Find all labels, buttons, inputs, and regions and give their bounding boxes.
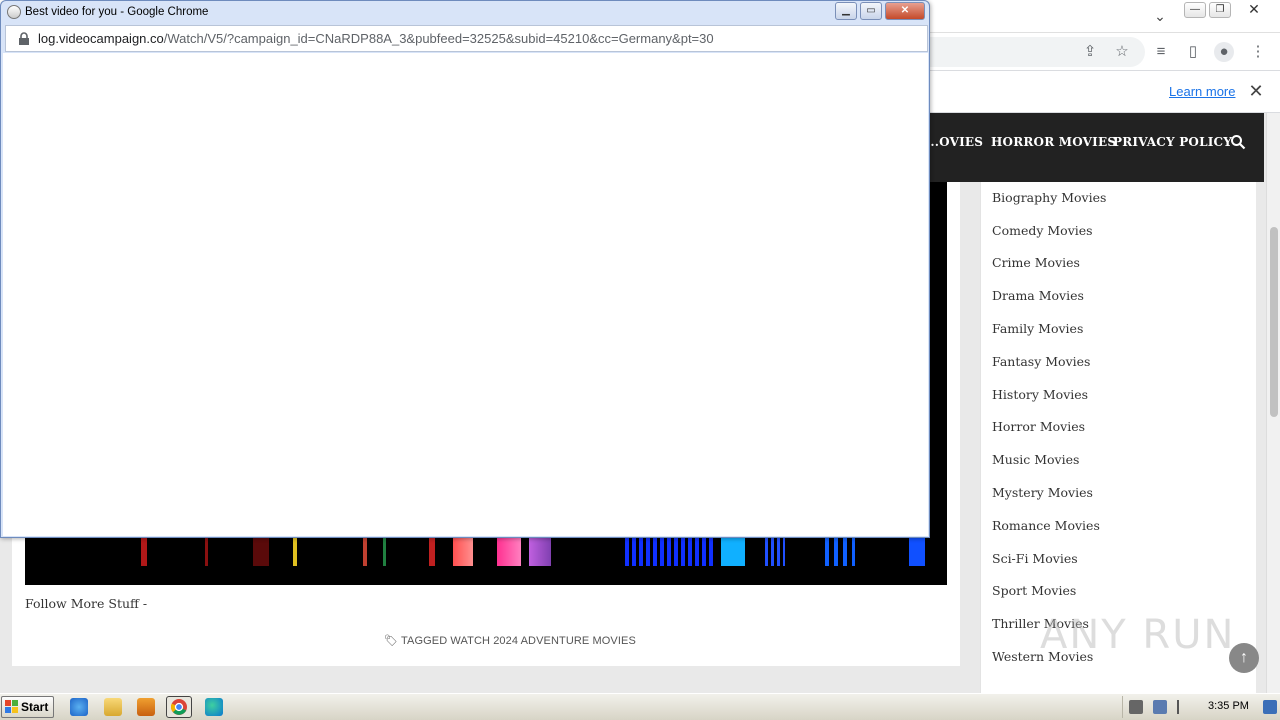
tab-search-chevron-icon[interactable]: ⌄	[1150, 6, 1170, 26]
share-icon[interactable]: ⇪	[1080, 42, 1100, 62]
system-tray	[1122, 696, 1280, 718]
chrome-window-icon	[7, 5, 21, 19]
taskbar-clock[interactable]: 3:35 PM	[1208, 700, 1249, 712]
category-link[interactable]: Comedy Movies	[992, 223, 1093, 238]
action-center-flag-icon[interactable]	[1177, 700, 1191, 714]
start-button[interactable]: Start	[1, 696, 54, 718]
nav-item-privacy-policy[interactable]: PRIVACY POLICY	[1113, 135, 1232, 149]
file-explorer-icon[interactable]	[104, 698, 122, 716]
category-link[interactable]: History Movies	[992, 387, 1088, 402]
popup-url-text: log.videocampaign.co/Watch/V5/?campaign_…	[38, 31, 714, 46]
chrome-taskbar-button[interactable]	[166, 696, 192, 718]
start-label: Start	[21, 700, 49, 714]
popup-content	[3, 53, 928, 536]
internet-explorer-icon[interactable]	[70, 698, 88, 716]
show-desktop-icon[interactable]	[1263, 700, 1277, 714]
category-link[interactable]: Drama Movies	[992, 288, 1084, 303]
close-button[interactable]: ✕	[1243, 2, 1265, 18]
category-link[interactable]: Crime Movies	[992, 255, 1080, 270]
nav-item-movies[interactable]: ...OVIES	[926, 135, 983, 149]
minimize-button[interactable]: —	[1184, 2, 1206, 18]
tags-line: 🏷 TAGGED WATCH 2024 ADVENTURE MOVIES	[384, 634, 636, 647]
more-menu-icon[interactable]: ⋮	[1248, 42, 1268, 62]
taskbar: Start 3:35 PM	[0, 693, 1280, 720]
page-scrollbar[interactable]	[1266, 113, 1280, 693]
profile-avatar-icon[interactable]: ●	[1214, 42, 1234, 62]
network-icon[interactable]	[1153, 700, 1167, 714]
popup-address-bar[interactable]: log.videocampaign.co/Watch/V5/?campaign_…	[5, 25, 928, 52]
category-link[interactable]: Romance Movies	[992, 518, 1100, 533]
learn-more-link[interactable]: Learn more	[1169, 84, 1235, 99]
nav-item-horror-movies[interactable]: HORROR MOVIES	[991, 135, 1116, 149]
volume-icon[interactable]	[1129, 700, 1143, 714]
search-icon[interactable]	[1230, 134, 1246, 150]
category-link[interactable]: Biography Movies	[992, 190, 1106, 205]
popup-window: Best video for you - Google Chrome ▁ ▭ ✕…	[0, 0, 930, 538]
windows-flag-icon	[5, 700, 18, 713]
category-link[interactable]: Fantasy Movies	[992, 354, 1090, 369]
popup-minimize-button[interactable]: ▁	[835, 2, 857, 20]
category-link[interactable]: Family Movies	[992, 321, 1083, 336]
edge-icon[interactable]	[205, 698, 223, 716]
tagged-text[interactable]: TAGGED WATCH 2024 ADVENTURE MOVIES	[401, 635, 636, 647]
category-link[interactable]: Horror Movies	[992, 419, 1085, 434]
url-path: /Watch/V5/?campaign_id=CNaRDP88A_3&pubfe…	[163, 31, 714, 46]
lock-icon	[19, 32, 29, 45]
side-panel-icon[interactable]: ▯	[1183, 42, 1203, 62]
restore-button[interactable]: ❐	[1209, 2, 1231, 18]
media-player-icon[interactable]	[137, 698, 155, 716]
chrome-icon	[171, 699, 187, 715]
popup-maximize-button[interactable]: ▭	[860, 2, 882, 20]
scroll-to-top-button[interactable]: ↑	[1229, 643, 1259, 673]
tag-icon: 🏷	[384, 635, 399, 647]
popup-close-button[interactable]: ✕	[885, 2, 925, 20]
category-link[interactable]: Sport Movies	[992, 583, 1076, 598]
anyrun-watermark-logo: ANY RUN	[1040, 612, 1236, 658]
category-link[interactable]: Sci-Fi Movies	[992, 551, 1078, 566]
popup-title: Best video for you - Google Chrome	[25, 6, 209, 18]
category-link[interactable]: Mystery Movies	[992, 485, 1093, 500]
media-queue-icon[interactable]: ≡	[1151, 42, 1171, 62]
infobar-close-icon[interactable]: ✕	[1247, 82, 1265, 100]
scrollbar-thumb[interactable]	[1270, 227, 1278, 417]
bookmark-star-icon[interactable]: ☆	[1112, 42, 1132, 62]
follow-more-text: Follow More Stuff -	[25, 596, 148, 611]
category-link[interactable]: Music Movies	[992, 452, 1079, 467]
url-host: log.videocampaign.co	[38, 31, 164, 46]
